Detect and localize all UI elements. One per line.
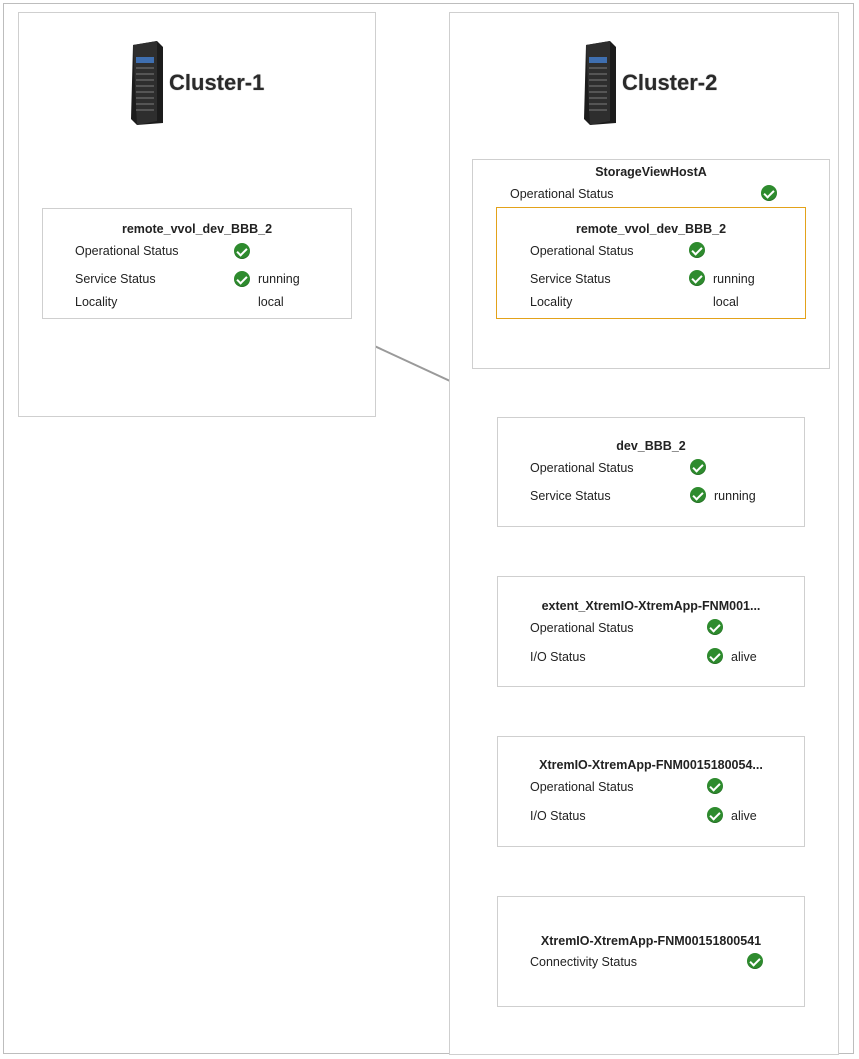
status-ok-icon [690, 459, 706, 475]
status-ok-icon [707, 807, 723, 823]
io-status-label: I/O Status [530, 650, 586, 664]
locality-value: local [713, 295, 739, 309]
storage-server-icon [584, 41, 616, 125]
card-title: extent_XtremIO-XtremApp-FNM001... [541, 599, 761, 613]
virtual-volume-card-cluster-1[interactable]: remote_vvol_dev_BBB_2 Operational Status… [42, 208, 352, 319]
operational-status-label: Operational Status [75, 244, 179, 258]
operational-status-label: Operational Status [510, 187, 614, 201]
status-ok-icon [707, 778, 723, 794]
connectivity-status-label: Connectivity Status [530, 955, 637, 969]
storage-server-icon [131, 41, 163, 125]
operational-status-label: Operational Status [530, 244, 634, 258]
card-title: XtremIO-XtremApp-FNM00151800541 [540, 934, 762, 948]
status-ok-icon [761, 185, 777, 201]
status-ok-icon [689, 270, 705, 286]
service-status-value: running [713, 272, 755, 286]
cluster-1-title: Cluster-1 [169, 70, 265, 95]
card-title: XtremIO-XtremApp-FNM0015180054... [539, 758, 763, 772]
card-title: remote_vvol_dev_BBB_2 [121, 222, 273, 236]
extent-card[interactable]: extent_XtremIO-XtremApp-FNM001... Operat… [497, 576, 805, 687]
status-ok-icon [234, 271, 250, 287]
status-ok-icon [707, 648, 723, 664]
cluster-2-title: Cluster-2 [622, 70, 718, 95]
operational-status-label: Operational Status [530, 461, 634, 475]
operational-status-label: Operational Status [530, 780, 634, 794]
card-title: StorageViewHostA [595, 165, 707, 179]
io-status-label: I/O Status [530, 809, 586, 823]
status-ok-icon [234, 243, 250, 259]
status-ok-icon [707, 619, 723, 635]
service-status-label: Service Status [75, 272, 156, 286]
locality-label: Locality [75, 295, 118, 309]
io-status-value: alive [731, 809, 757, 823]
io-status-value: alive [731, 650, 757, 664]
status-ok-icon [747, 953, 763, 969]
cluster-1-header: Cluster-1 [127, 39, 264, 127]
status-ok-icon [690, 487, 706, 503]
operational-status-label: Operational Status [530, 621, 634, 635]
locality-label: Locality [530, 295, 573, 309]
storage-volume-card[interactable]: XtremIO-XtremApp-FNM0015180054... Operat… [497, 736, 805, 847]
cluster-2-header: Cluster-2 [580, 39, 717, 127]
device-card[interactable]: dev_BBB_2 Operational Status Service Sta… [497, 417, 805, 527]
card-title: dev_BBB_2 [616, 439, 686, 453]
status-ok-icon [689, 242, 705, 258]
service-status-value: running [714, 489, 756, 503]
service-status-label: Service Status [530, 489, 611, 503]
storage-array-card[interactable]: XtremIO-XtremApp-FNM00151800541 Connecti… [497, 896, 805, 1007]
locality-value: local [258, 295, 284, 309]
card-title: remote_vvol_dev_BBB_2 [575, 222, 727, 236]
service-status-value: running [258, 272, 300, 286]
service-status-label: Service Status [530, 272, 611, 286]
virtual-volume-card-cluster-2[interactable]: remote_vvol_dev_BBB_2 Operational Status… [496, 207, 806, 319]
